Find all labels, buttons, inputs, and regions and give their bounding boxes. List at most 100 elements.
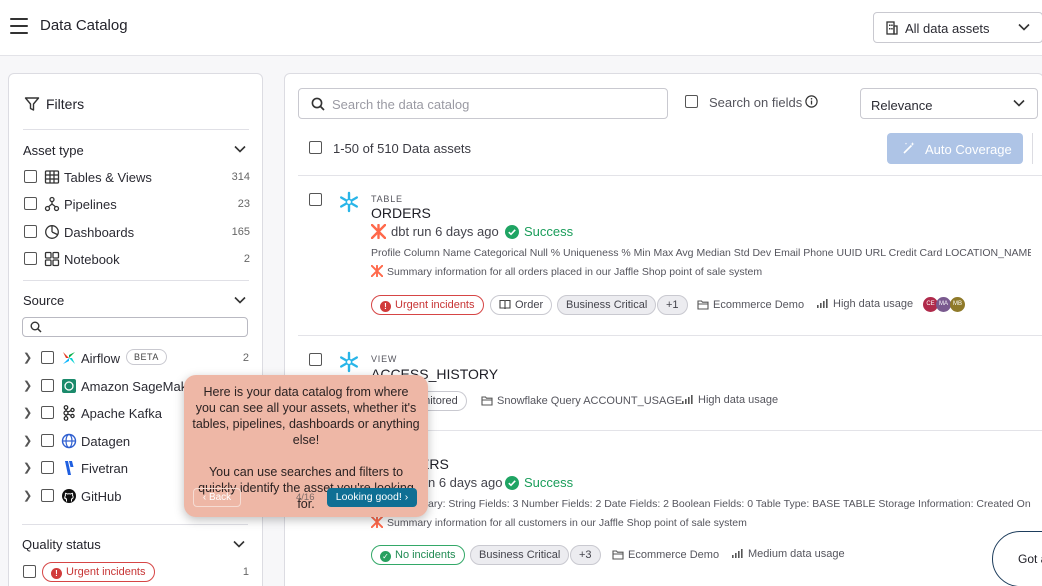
usage-bars-icon <box>817 299 828 308</box>
asset-type-notebook[interactable]: Notebook 2 <box>24 249 250 269</box>
source-search-input[interactable] <box>22 317 248 337</box>
dashboard-icon <box>45 225 59 239</box>
asset-filter-select[interactable]: All data assets <box>873 12 1042 43</box>
top-bar: Data Catalog All data assets <box>0 0 1042 56</box>
chip-label: Business Critical <box>566 299 648 311</box>
avatar[interactable]: MA <box>936 297 951 312</box>
info-icon[interactable] <box>805 95 818 108</box>
checkbox[interactable] <box>24 252 37 265</box>
dbt-icon <box>371 516 383 528</box>
checkbox[interactable] <box>41 434 54 447</box>
checkbox[interactable] <box>24 170 37 183</box>
filter-count: 2 <box>242 352 249 364</box>
chip-label: Business Critical <box>479 549 561 561</box>
quality-status-title: Quality status <box>22 537 101 552</box>
no-incidents-chip[interactable]: ✓ No incidents <box>371 545 465 565</box>
avatar[interactable]: MB <box>950 297 965 312</box>
search-icon <box>311 97 325 111</box>
sort-select[interactable]: Relevance <box>860 88 1038 119</box>
filter-count: 1 <box>242 566 249 578</box>
urgent-incidents-chip: ! Urgent incidents <box>42 562 155 582</box>
select-all-checkbox[interactable] <box>309 141 322 154</box>
usage-label: Medium data usage <box>748 548 845 560</box>
checkbox[interactable] <box>685 95 698 108</box>
chevron-right-icon[interactable]: ❯ <box>23 406 32 419</box>
chevron-down-icon[interactable] <box>234 295 246 305</box>
divider <box>298 335 1042 336</box>
run-info: n 6 days ago <box>428 475 503 490</box>
filter-label: Notebook <box>64 252 120 267</box>
onboarding-tooltip: Here is your data catalog from where you… <box>184 375 428 517</box>
chevron-right-icon[interactable]: ❯ <box>23 379 32 392</box>
chevron-down-icon[interactable] <box>233 539 245 549</box>
usage-bars-icon <box>682 395 693 404</box>
checkbox[interactable] <box>41 489 54 502</box>
chip-label: No incidents <box>395 549 456 561</box>
more-tags-chip[interactable]: +3 <box>570 545 601 565</box>
checkbox[interactable] <box>41 379 54 392</box>
checkbox[interactable] <box>24 225 37 238</box>
checkbox[interactable] <box>24 197 37 210</box>
book-icon <box>499 299 511 310</box>
auto-coverage-button[interactable]: Auto Coverage <box>887 133 1023 164</box>
urgent-incidents-chip[interactable]: ! Urgent incidents <box>371 295 484 315</box>
menu-icon[interactable] <box>10 18 28 34</box>
chip-label: Urgent incidents <box>395 299 475 311</box>
catalog-search-input[interactable]: Search the data catalog <box>298 88 668 119</box>
checkbox[interactable] <box>41 351 54 364</box>
chip-label: Urgent incidents <box>66 566 146 578</box>
beta-badge: BETA <box>126 349 167 365</box>
checkbox[interactable] <box>23 565 36 578</box>
checkbox[interactable] <box>41 406 54 419</box>
alert-icon: ! <box>51 568 62 579</box>
filter-label: Airflow <box>81 351 121 366</box>
feedback-bubble-button[interactable]: Got a <box>992 531 1042 586</box>
dbt-icon <box>371 224 386 239</box>
sort-value: Relevance <box>871 98 933 113</box>
step-indicator: 4/16 <box>296 492 315 503</box>
workspace-label: Ecommerce Demo <box>628 549 720 561</box>
fivetran-icon <box>65 461 74 475</box>
asset-type-pipelines[interactable]: Pipelines 23 <box>24 194 250 214</box>
chevron-right-icon[interactable]: ❯ <box>23 461 32 474</box>
usage-bars-icon <box>732 549 743 558</box>
checkbox[interactable] <box>41 461 54 474</box>
globe-icon <box>61 433 77 449</box>
business-critical-chip[interactable]: Business Critical <box>557 295 657 315</box>
source-airflow[interactable]: ❯ Airflow BETA 2 <box>23 348 249 368</box>
asset-summary: Summary information for all customers in… <box>387 517 747 529</box>
asset-checkbox[interactable] <box>309 353 322 366</box>
more-tags-chip[interactable]: +1 <box>657 295 688 315</box>
back-button[interactable]: ‹ Back <box>193 488 241 507</box>
chevron-right-icon[interactable]: ❯ <box>23 489 32 502</box>
auto-coverage-label: Auto Coverage <box>925 142 1012 157</box>
filter-label: Pipelines <box>64 197 117 212</box>
snowflake-icon <box>340 351 358 373</box>
asset-name[interactable]: ORDERS <box>371 205 431 221</box>
asset-type-dashboards[interactable]: Dashboards 165 <box>24 222 250 242</box>
chevron-right-icon[interactable]: ❯ <box>23 434 32 447</box>
business-critical-chip[interactable]: Business Critical <box>470 545 570 565</box>
chip-label: +1 <box>666 299 679 311</box>
check-circle-icon <box>505 476 519 490</box>
filters-title: Filters <box>46 96 85 112</box>
sagemaker-icon <box>62 379 76 393</box>
filter-label: Tables & Views <box>64 170 152 185</box>
quality-urgent-incidents[interactable]: ! Urgent incidents 1 <box>23 562 249 582</box>
chevron-right-icon[interactable]: ❯ <box>23 351 32 364</box>
chip-label: Order <box>515 299 544 311</box>
status-label: Success <box>524 224 574 239</box>
asset-type: TABLE <box>371 194 403 204</box>
order-tag-chip[interactable]: Order <box>490 295 553 315</box>
check-circle-icon: ✓ <box>380 551 391 562</box>
filter-label: Datagen <box>81 434 131 449</box>
airflow-icon <box>63 352 75 364</box>
asset-checkbox[interactable] <box>309 193 322 206</box>
looking-good-button[interactable]: Looking good! › <box>327 488 417 507</box>
asset-type-tables[interactable]: Tables & Views 314 <box>24 167 250 187</box>
folder-icon <box>481 396 493 406</box>
divider <box>22 524 248 525</box>
chevron-down-icon[interactable] <box>234 144 246 154</box>
search-on-fields-label: Search on fields <box>709 95 803 110</box>
asset-filter-value: All data assets <box>905 21 990 36</box>
